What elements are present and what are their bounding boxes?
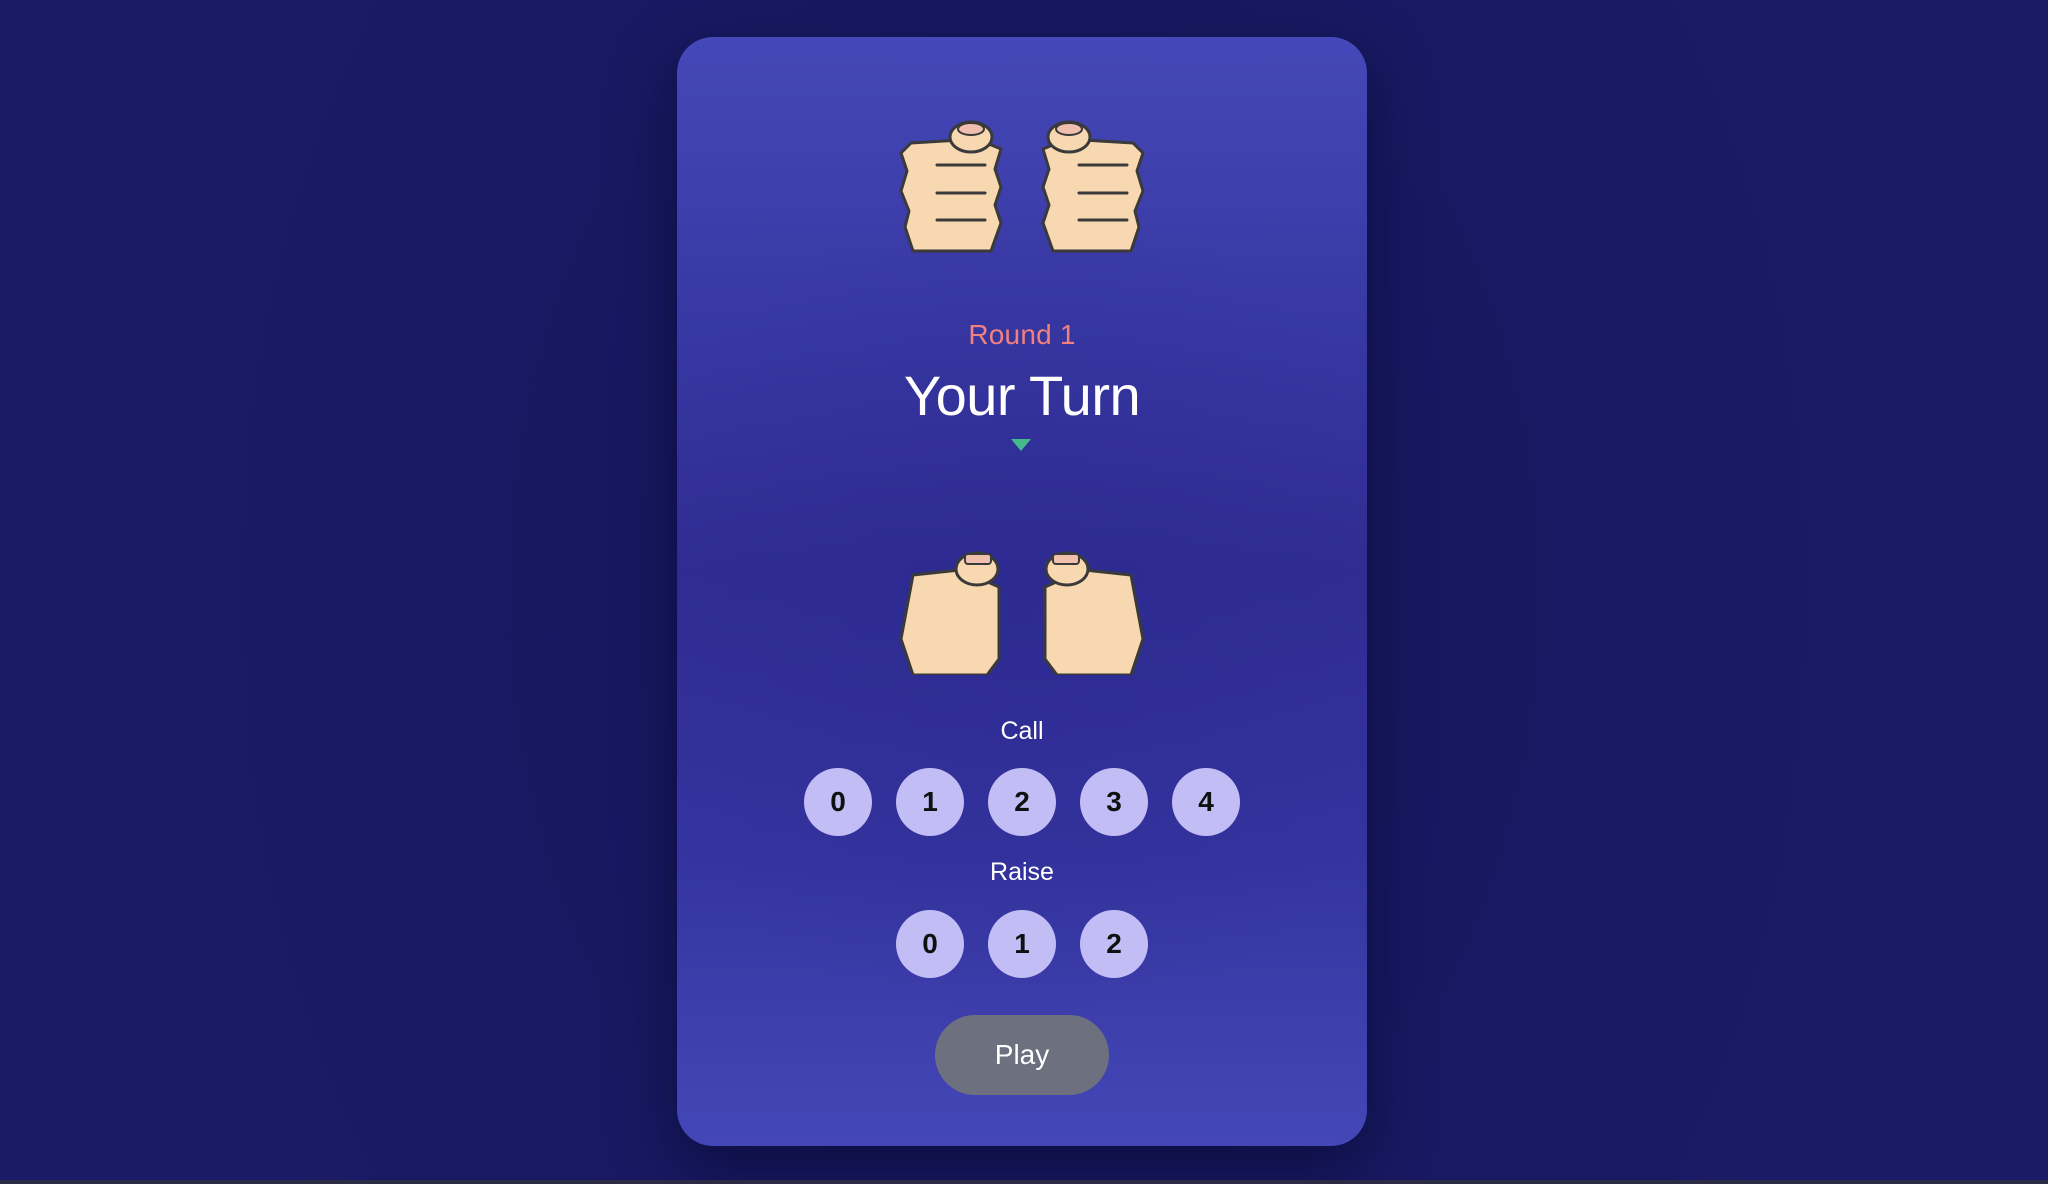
opponent-hands (677, 115, 1367, 255)
player-left-thumb-fist-icon[interactable] (899, 545, 1003, 675)
call-option-button[interactable]: 3 (1080, 768, 1148, 836)
call-options: 0 1 2 3 4 (677, 768, 1367, 836)
call-option-button[interactable]: 0 (804, 768, 872, 836)
raise-option-button[interactable]: 1 (988, 910, 1056, 978)
call-option-button[interactable]: 1 (896, 768, 964, 836)
call-option-button[interactable]: 2 (988, 768, 1056, 836)
play-button[interactable]: Play (935, 1015, 1109, 1095)
call-label: Call (1000, 717, 1044, 745)
raise-option-button[interactable]: 0 (896, 910, 964, 978)
turn-title: Your Turn (903, 364, 1141, 427)
raise-option-button[interactable]: 2 (1080, 910, 1148, 978)
player-hands (677, 545, 1367, 675)
call-option-button[interactable]: 4 (1172, 768, 1240, 836)
game-card: Round 1 Your Turn Call 0 1 2 3 4 Raise 0… (677, 37, 1367, 1146)
turn-indicator-icon (1011, 439, 1031, 451)
player-right-thumb-fist-icon[interactable] (1041, 545, 1145, 675)
opponent-left-fist-icon (899, 115, 1003, 255)
raise-options: 0 1 2 (677, 910, 1367, 978)
bottom-edge (0, 1180, 2048, 1184)
raise-label: Raise (990, 858, 1054, 886)
opponent-right-fist-icon (1041, 115, 1145, 255)
round-label: Round 1 (968, 319, 1076, 350)
